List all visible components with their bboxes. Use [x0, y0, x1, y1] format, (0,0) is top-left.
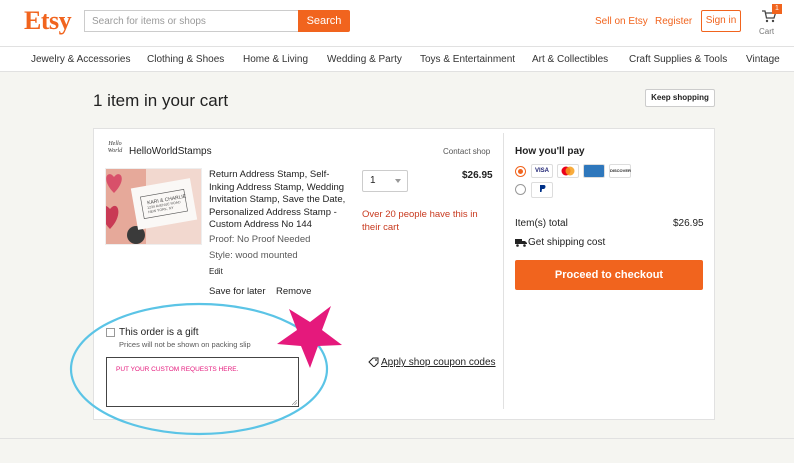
panel-divider [503, 133, 504, 409]
mastercard-icon [557, 164, 579, 178]
popularity-notice: Over 20 people have this in their cart [362, 209, 478, 233]
search-input[interactable]: Search for items or shops [84, 10, 298, 32]
quantity-select[interactable]: 1 [362, 170, 408, 192]
item-style-option: Style: wood mounted [209, 250, 298, 261]
nav-item-vintage[interactable]: Vintage [746, 54, 780, 65]
nav-item-clothing[interactable]: Clothing & Shoes [147, 54, 224, 65]
visa-icon: VISA [531, 164, 553, 178]
footer [0, 439, 794, 463]
remove-item-link[interactable]: Remove [276, 286, 311, 297]
apply-coupon-link[interactable]: Apply shop coupon codes [381, 357, 496, 368]
sign-in-button[interactable]: Sign in [701, 10, 741, 32]
shipping-cost-link[interactable]: Get shipping cost [528, 237, 605, 248]
item-proof-option: Proof: No Proof Needed [209, 234, 311, 245]
contact-shop-link[interactable]: Contact shop [443, 147, 490, 156]
shop-name[interactable]: HelloWorldStamps [129, 146, 212, 157]
items-total-value: $26.95 [673, 218, 704, 229]
etsy-logo[interactable]: Etsy [24, 6, 72, 36]
nav-item-wedding[interactable]: Wedding & Party [327, 54, 402, 65]
register-link[interactable]: Register [655, 16, 692, 27]
search-button[interactable]: Search [298, 10, 350, 32]
tag-icon [368, 357, 379, 367]
resize-handle-icon[interactable] [292, 400, 297, 405]
truck-icon [515, 239, 527, 247]
item-title[interactable]: Return Address Stamp, Self-Inking Addres… [209, 169, 354, 232]
cart-count-badge: 1 [772, 4, 782, 14]
card-payment-radio[interactable] [515, 166, 526, 177]
category-nav: Jewelry & Accessories Clothing & Shoes H… [0, 46, 794, 72]
payment-title: How you'll pay [515, 146, 585, 157]
edit-item-link[interactable]: Edit [209, 267, 223, 276]
nav-item-jewelry[interactable]: Jewelry & Accessories [31, 54, 130, 65]
chevron-down-icon [395, 179, 401, 183]
amex-icon [583, 164, 605, 178]
site-header: Etsy Search for items or shops Search Se… [0, 0, 794, 46]
cart-button[interactable]: 1 Cart [758, 4, 784, 38]
items-total-label: Item(s) total [515, 218, 568, 229]
custom-requests-textarea[interactable]: PUT YOUR CUSTOM REQUESTS HERE. [106, 357, 299, 407]
discover-icon: DISCOVER [609, 164, 631, 178]
paypal-icon [531, 182, 553, 198]
checkout-button[interactable]: Proceed to checkout [515, 260, 703, 290]
page-title: 1 item in your cart [93, 91, 229, 110]
gift-label[interactable]: This order is a gift [119, 327, 198, 338]
keep-shopping-button[interactable]: Keep shopping [645, 89, 715, 107]
nav-item-art[interactable]: Art & Collectibles [532, 54, 608, 65]
nav-item-home[interactable]: Home & Living [243, 54, 308, 65]
shop-logo[interactable]: Hello World [106, 141, 124, 159]
nav-item-craft[interactable]: Craft Supplies & Tools [629, 54, 727, 65]
gift-subtext: Prices will not be shown on packing slip [119, 340, 251, 349]
gift-checkbox[interactable] [106, 328, 115, 337]
cart-label: Cart [759, 27, 775, 36]
paypal-payment-radio[interactable] [515, 184, 526, 195]
item-price: $26.95 [462, 170, 493, 181]
save-for-later-link[interactable]: Save for later [209, 286, 266, 297]
sell-on-etsy-link[interactable]: Sell on Etsy [595, 16, 648, 27]
product-image[interactable]: KARI & CHARLIE 1234 AVENUE ROAD NEW YORK… [105, 168, 202, 245]
nav-item-toys[interactable]: Toys & Entertainment [420, 54, 515, 65]
